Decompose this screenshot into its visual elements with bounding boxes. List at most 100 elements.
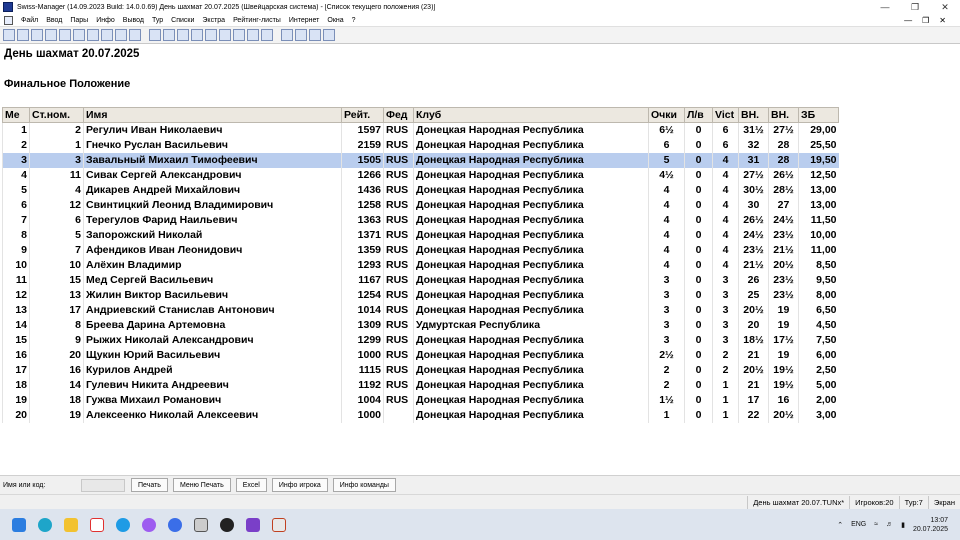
save-icon[interactable] <box>177 29 189 41</box>
tool-icon[interactable] <box>101 29 113 41</box>
java-app-icon[interactable] <box>272 517 286 532</box>
tool-icon[interactable] <box>129 29 141 41</box>
col-name[interactable]: Имя <box>83 107 342 123</box>
print-menu-button[interactable]: Меню Печать <box>172 478 231 492</box>
tool-icon[interactable] <box>87 29 99 41</box>
player-info-button[interactable]: Инфо игрока <box>271 478 328 492</box>
child-close-icon[interactable]: ✕ <box>939 16 946 25</box>
tool-icon[interactable] <box>45 29 57 41</box>
swiss-manager-taskbar-icon[interactable] <box>194 517 208 532</box>
col-sonneborn-berger[interactable]: ЗБ <box>798 107 839 123</box>
image-viewer-icon[interactable] <box>246 517 260 532</box>
table-row[interactable]: 11 15 Мед Сергей Васильевич 1167 RUS Донецкая… <box>2 272 839 288</box>
chevron-up-icon[interactable]: ⌃ <box>837 521 843 529</box>
table-row[interactable]: 20 19 Алексеенко Николай Алексеевич 1000 Дон… <box>2 407 839 423</box>
menu-item-internet[interactable]: Интернет <box>285 17 324 24</box>
print-button[interactable]: Печать <box>131 478 168 492</box>
person-icon[interactable] <box>295 29 307 41</box>
table-row[interactable]: 2 1 Гнечко Руслан Васильевич 2159 RUS Донецка… <box>2 137 839 153</box>
col-federation[interactable]: Фед <box>383 107 414 123</box>
toolbar-separator <box>275 29 279 41</box>
table-row[interactable]: 13 17 Андриевский Станислав Антонович 1014 R… <box>2 302 839 318</box>
tool-icon[interactable] <box>219 29 231 41</box>
skype-icon[interactable] <box>116 517 130 532</box>
table-row[interactable]: 7 6 Терегулов Фарид Наильевич 1363 RUS Донецк… <box>2 212 839 228</box>
col-wins[interactable]: Vict <box>712 107 739 123</box>
open-folder-icon[interactable] <box>17 29 29 41</box>
col-rating[interactable]: Рейт. <box>341 107 384 123</box>
menu-item-input[interactable]: Ввод <box>42 17 66 24</box>
clock[interactable]: 13:07 20.07.2025 <box>913 516 948 534</box>
wifi-icon[interactable]: ≈ <box>874 521 878 528</box>
menu-item-round[interactable]: Тур <box>148 17 167 24</box>
col-forfeit[interactable]: Л/в <box>684 107 713 123</box>
globe-icon[interactable] <box>309 29 321 41</box>
windows-start-icon[interactable] <box>12 517 26 532</box>
table-row[interactable]: 5 4 Дикарев Андрей Михайлович 1436 RUS Донецк… <box>2 182 839 198</box>
edge-browser-icon[interactable] <box>38 517 52 532</box>
table-row[interactable]: 10 10 Алёхин Владимир 1293 RUS Донецкая Народ… <box>2 257 839 273</box>
print-icon[interactable] <box>163 29 175 41</box>
menu-item-pairings[interactable]: Пары <box>66 17 92 24</box>
table-row[interactable]: 1 2 Регулич Иван Николаевич 1597 RUS Донецкая… <box>2 122 839 138</box>
book-icon[interactable] <box>323 29 335 41</box>
cell-buchholz-1: 21 <box>738 347 769 363</box>
search-input[interactable] <box>81 478 125 492</box>
cell-club: Донецкая Народная Республика <box>413 377 649 393</box>
tool-icon[interactable] <box>233 29 245 41</box>
tool-icon[interactable] <box>73 29 85 41</box>
table-row[interactable]: 14 8 Бреева Дарина Артемовна 1309 RUS Удмуртс… <box>2 317 839 333</box>
minimize-icon[interactable]: — <box>870 2 900 12</box>
col-start-number[interactable]: Ст.ном. <box>29 107 84 123</box>
menu-item-output[interactable]: Вывод <box>119 17 148 24</box>
table-row[interactable]: 17 16 Курилов Андрей 1115 RUS Донецкая Народн… <box>2 362 839 378</box>
menu-item-lists[interactable]: Списки <box>167 17 198 24</box>
table-row[interactable]: 18 14 Гулевич Никита Андреевич 1192 RUS Донец… <box>2 377 839 393</box>
tool-icon[interactable] <box>115 29 127 41</box>
language-indicator[interactable]: ENG <box>851 521 866 528</box>
table-row[interactable]: 3 3 Завальный Михаил Тимофеевич 1505 RUS Доне… <box>2 152 839 168</box>
col-club[interactable]: Клуб <box>413 107 649 123</box>
table-row[interactable]: 8 5 Запорожский Николай 1371 RUS Донецкая Нар… <box>2 227 839 243</box>
menu-item-file[interactable]: Файл <box>17 17 42 24</box>
table-row[interactable]: 6 12 Свинтицкий Леонид Владимирович 1258 RUS… <box>2 197 839 213</box>
battery-icon[interactable]: ▮ <box>901 521 905 529</box>
yandex-browser-icon[interactable] <box>90 517 104 532</box>
menu-item-extra[interactable]: Экстра <box>198 17 229 24</box>
child-restore-icon[interactable]: ❐ <box>922 16 929 25</box>
col-points[interactable]: Очки <box>648 107 685 123</box>
tool-icon[interactable] <box>281 29 293 41</box>
menu-item-info[interactable]: Инфо <box>92 17 119 24</box>
tool-icon[interactable] <box>205 29 217 41</box>
menu-item-windows[interactable]: Окна <box>323 17 347 24</box>
table-row[interactable]: 15 9 Рыжих Николай Александрович 1299 RUS Дон… <box>2 332 839 348</box>
image-icon[interactable] <box>149 29 161 41</box>
document-window-icon[interactable] <box>4 15 13 25</box>
messenger-icon[interactable] <box>168 517 182 532</box>
team-info-button[interactable]: Инфо команды <box>332 478 396 492</box>
table-row[interactable]: 4 11 Сивак Сергей Александрович 1266 RUS Доне… <box>2 167 839 183</box>
table-row[interactable]: 19 18 Гужва Михаил Романович 1004 RUS Донецка… <box>2 392 839 408</box>
col-rank[interactable]: Ме <box>2 107 30 123</box>
table-row[interactable]: 9 7 Афендиков Иван Леонидович 1359 RUS Донецк… <box>2 242 839 258</box>
child-minimize-icon[interactable]: — <box>904 16 912 25</box>
menu-item-help[interactable]: ? <box>348 17 360 24</box>
chess-app-icon[interactable] <box>220 517 234 532</box>
tool-icon[interactable] <box>59 29 71 41</box>
save-icon[interactable] <box>31 29 43 41</box>
col-buchholz-2[interactable]: ВН. <box>768 107 799 123</box>
alice-assistant-icon[interactable] <box>142 517 156 532</box>
table-row[interactable]: 12 13 Жилин Виктор Васильевич 1254 RUS Донецк… <box>2 287 839 303</box>
tool-icon[interactable] <box>191 29 203 41</box>
excel-button[interactable]: Excel <box>235 478 267 492</box>
col-buchholz-1[interactable]: ВН. <box>738 107 769 123</box>
close-icon[interactable]: ✕ <box>930 2 960 13</box>
new-file-icon[interactable] <box>3 29 15 41</box>
tool-icon[interactable] <box>247 29 259 41</box>
speaker-icon[interactable]: ♬ <box>886 521 893 528</box>
menu-item-rating-lists[interactable]: Рейтинг-листы <box>229 17 285 24</box>
tool-icon[interactable] <box>261 29 273 41</box>
file-explorer-icon[interactable] <box>64 517 78 532</box>
maximize-icon[interactable]: ❐ <box>900 2 930 13</box>
table-row[interactable]: 16 20 Щукин Юрий Васильевич 1000 RUS Донецкая… <box>2 347 839 363</box>
